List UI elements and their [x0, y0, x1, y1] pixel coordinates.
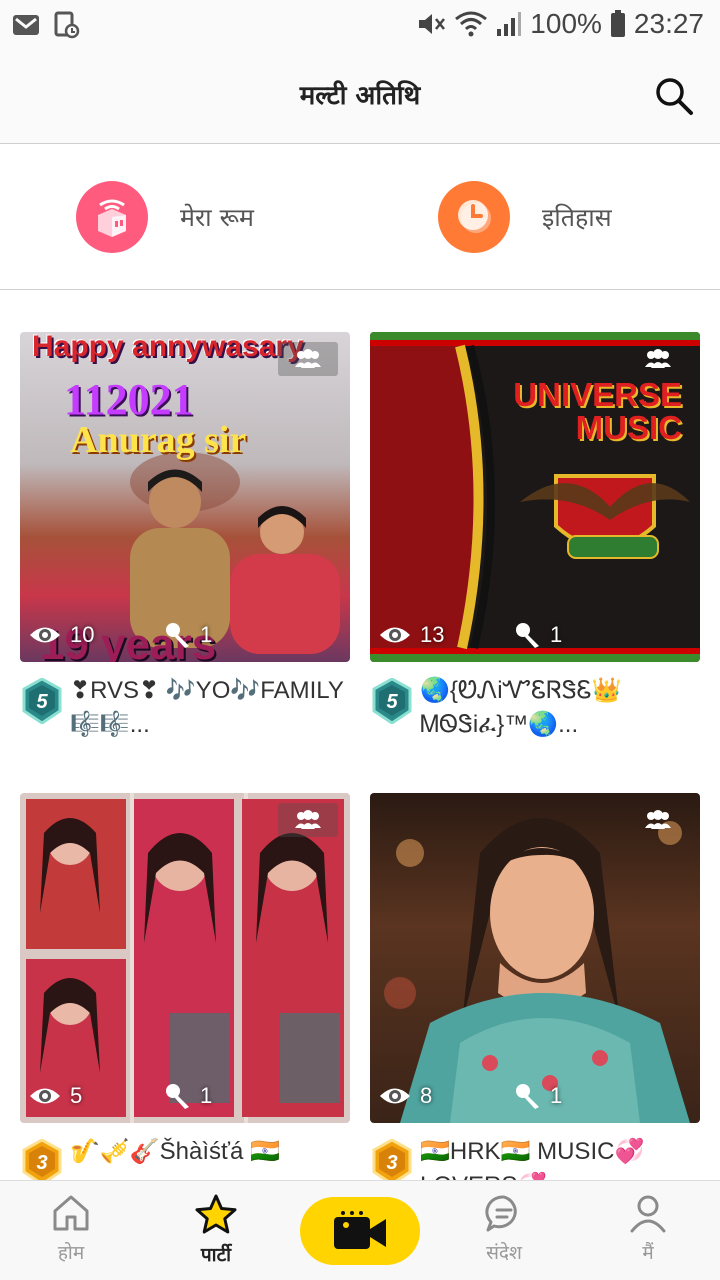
go-live-button[interactable]: [300, 1197, 420, 1265]
nav-me[interactable]: मैं: [598, 1193, 698, 1265]
mute-icon: [419, 14, 446, 34]
microphone-icon: [516, 1084, 539, 1109]
room-cover-image: Happy annywasary 112021 Anurag sir 19 ye…: [20, 332, 350, 662]
viewer-count: 13: [378, 622, 444, 648]
multi-guest-badge: [278, 342, 338, 376]
guest-count: 1: [514, 621, 562, 649]
group-icon: [645, 810, 671, 829]
cover-caption: Happy annywasary: [32, 332, 304, 363]
nav-home[interactable]: होम: [21, 1193, 121, 1265]
screenshot-icon: [54, 11, 80, 39]
level-number: 3: [36, 1152, 47, 1174]
clock-icon: [438, 181, 510, 253]
room-stats: 10 1: [28, 622, 338, 648]
group-icon: [295, 810, 321, 829]
room-thumbnail[interactable]: UNIVERSE MUSIC 13 1: [370, 332, 700, 662]
video-camera-icon: [334, 1211, 386, 1249]
room-thumbnail[interactable]: Happy annywasary 112021 Anurag sir 19 ye…: [20, 332, 350, 662]
my-room-button[interactable]: मेरा रूम: [76, 181, 254, 253]
viewer-count: 10: [28, 622, 94, 648]
viewer-count-value: 5: [70, 1083, 83, 1108]
room-card[interactable]: UNIVERSE MUSIC 13 1 5 🌏{ᏬᏁiᏉᏋᏒᏕᏋ👑 ᎷᏫᏕiፈ}…: [370, 332, 700, 746]
history-button[interactable]: इतिहास: [438, 181, 612, 253]
nav-party[interactable]: पार्टी: [166, 1193, 266, 1267]
quick-actions: मेरा रूम इतिहास: [0, 145, 720, 290]
signal-icon: [497, 12, 522, 36]
level-badge-icon: 3: [372, 1139, 412, 1185]
room-info: 5 ❣RVS❣ 🎶YO🎶FAMILY 🎼🎼...: [20, 674, 350, 746]
history-label: इतिहास: [542, 203, 612, 232]
viewer-count-value: 10: [70, 622, 95, 647]
level-number: 3: [386, 1152, 397, 1174]
multi-guest-badge: [628, 342, 688, 376]
wifi-icon: [455, 11, 488, 37]
nav-home-label: होम: [57, 1242, 85, 1264]
room-stats: 8 1: [378, 1083, 688, 1109]
level-number: 5: [36, 691, 48, 713]
room-title: 🌏{ᏬᏁiᏉᏋᏒᏕᏋ👑 ᎷᏫᏕiፈ}™🌏...: [420, 677, 622, 738]
guest-count: 1: [164, 1082, 212, 1110]
viewer-count-value: 13: [420, 622, 445, 647]
home-icon: [53, 1195, 89, 1231]
room-thumbnail[interactable]: 5 1: [20, 793, 350, 1123]
my-room-label: मेरा रूम: [180, 203, 254, 232]
room-stats: 5 1: [28, 1083, 338, 1109]
viewer-count: 8: [378, 1083, 432, 1109]
battery-icon: [610, 10, 625, 37]
room-info: 5 🌏{ᏬᏁiᏉᏋᏒᏕᏋ👑 ᎷᏫᏕiፈ}™🌏...: [370, 674, 700, 746]
guest-count: 1: [514, 1082, 562, 1110]
app-header: मल्टी अतिथि: [0, 50, 720, 144]
user-icon: [630, 1195, 666, 1233]
level-badge-icon: 5: [22, 678, 62, 724]
multi-guest-badge: [628, 803, 688, 837]
guest-count: 1: [164, 621, 212, 649]
room-thumbnail[interactable]: 8 1: [370, 793, 700, 1123]
microphone-icon: [516, 623, 539, 648]
cover-caption: UNIVERSE MUSIC: [513, 376, 682, 446]
nav-party-label: पार्टी: [200, 1244, 232, 1266]
clock: 23:27: [633, 8, 704, 39]
room-stats: 13 1: [378, 622, 688, 648]
microphone-icon: [166, 623, 189, 648]
search-icon[interactable]: [654, 76, 694, 116]
nav-messages-label: संदेश: [486, 1242, 522, 1264]
room-card[interactable]: 5 1 3 🎷🎺🎸Šhàìśťá 🇮🇳: [20, 793, 350, 1207]
page-title: मल्टी अतिथि: [299, 81, 421, 111]
room-icon: [76, 181, 148, 253]
group-icon: [645, 349, 671, 368]
group-icon: [295, 349, 321, 368]
level-number: 5: [386, 691, 398, 713]
eye-icon: [30, 627, 60, 643]
room-cover-image: [370, 793, 700, 1123]
viewer-count-value: 8: [420, 1083, 433, 1108]
microphone-icon: [166, 1084, 189, 1109]
eye-icon: [380, 627, 410, 643]
star-icon: [195, 1194, 237, 1234]
battery-percent: 100%: [530, 8, 602, 39]
gmail-icon: [13, 15, 39, 35]
nav-messages[interactable]: संदेश: [454, 1193, 554, 1265]
multi-guest-badge: [278, 803, 338, 837]
room-cover-image: [20, 793, 350, 1123]
nav-me-label: मैं: [642, 1242, 654, 1264]
level-badge-icon: 3: [22, 1139, 62, 1185]
cover-caption: Anurag sir: [70, 419, 247, 461]
viewer-count: 5: [28, 1083, 82, 1109]
eye-icon: [30, 1088, 60, 1104]
room-title: ❣RVS❣ 🎶YO🎶FAMILY 🎼🎼...: [70, 677, 344, 738]
bottom-navigation: होम पार्टी संदेश मैं: [0, 1180, 720, 1280]
room-card[interactable]: 8 1 3 🇮🇳HRK🇮🇳 MUSIC💞LOVERS💞: [370, 793, 700, 1207]
level-badge-icon: 5: [372, 678, 412, 724]
guest-count-value: 1: [200, 622, 213, 647]
room-cover-image: UNIVERSE MUSIC: [370, 332, 700, 662]
message-icon: [485, 1195, 517, 1232]
guest-count-value: 1: [200, 1083, 213, 1108]
status-bar: 100% 23:27: [0, 0, 720, 50]
guest-count-value: 1: [550, 1083, 563, 1108]
eye-icon: [380, 1088, 410, 1104]
guest-count-value: 1: [550, 622, 563, 647]
room-card[interactable]: Happy annywasary 112021 Anurag sir 19 ye…: [20, 332, 350, 746]
